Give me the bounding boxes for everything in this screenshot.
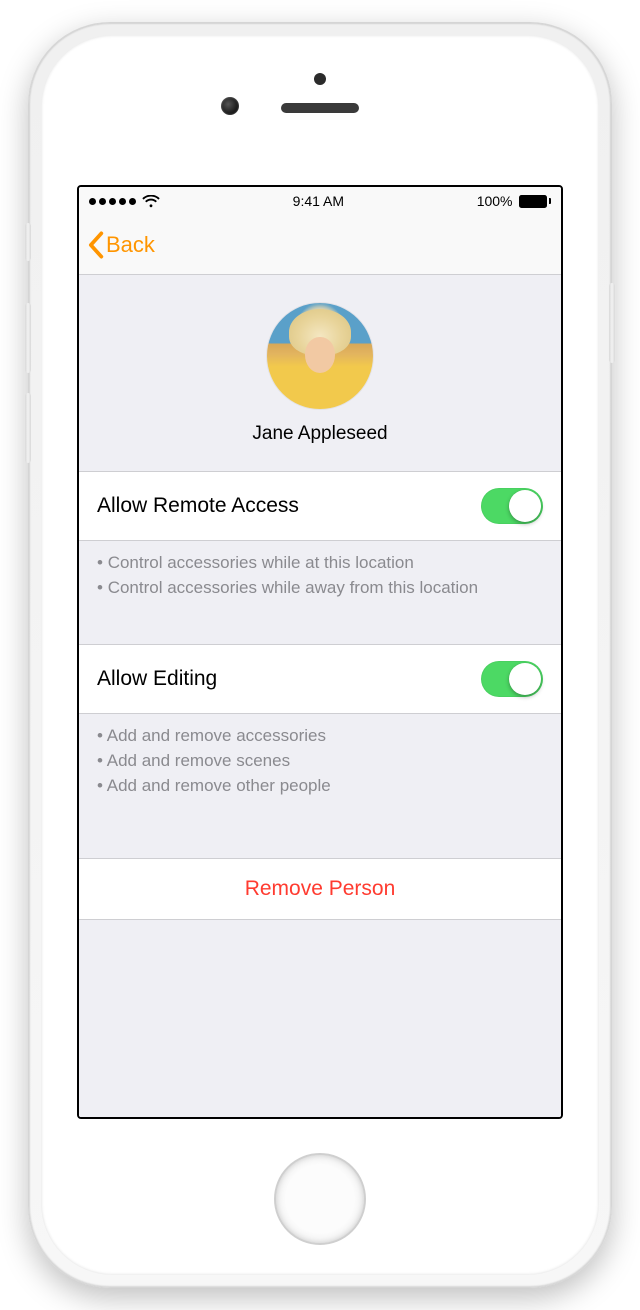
profile-header: Jane Appleseed [79, 275, 561, 471]
volume-up-button [25, 303, 31, 373]
navigation-bar: Back [79, 215, 561, 275]
editing-bullet: Add and remove scenes [97, 749, 543, 774]
remote-access-bullet: Control accessories while away from this… [97, 576, 543, 601]
back-button[interactable]: Back [87, 231, 155, 259]
allow-editing-row: Allow Editing [79, 644, 561, 714]
section-spacer [79, 630, 561, 644]
allow-editing-label: Allow Editing [97, 667, 217, 691]
chevron-left-icon [87, 231, 104, 259]
home-button[interactable] [274, 1153, 366, 1245]
remote-access-bullet: Control accessories while at this locati… [97, 551, 543, 576]
cellular-signal-icon [89, 198, 136, 205]
volume-down-button [25, 393, 31, 463]
status-bar: 9:41 AM 100% [79, 187, 561, 215]
phone-device-frame: 9:41 AM 100% Back [28, 22, 612, 1288]
power-button [609, 283, 615, 363]
battery-percentage: 100% [477, 193, 513, 209]
allow-remote-access-description: Control accessories while at this locati… [79, 541, 561, 630]
editing-bullet: Add and remove accessories [97, 724, 543, 749]
allow-remote-access-toggle[interactable] [481, 488, 543, 524]
phone-bezel: 9:41 AM 100% Back [41, 35, 599, 1275]
remove-person-button[interactable]: Remove Person [79, 858, 561, 920]
front-camera [221, 97, 239, 115]
content-background [79, 920, 561, 1119]
status-time: 9:41 AM [293, 193, 344, 209]
profile-name: Jane Appleseed [79, 423, 561, 445]
mute-switch [25, 223, 31, 261]
earpiece-speaker [281, 103, 359, 113]
avatar [267, 303, 373, 409]
allow-remote-access-row: Allow Remote Access [79, 471, 561, 541]
wifi-icon [142, 195, 160, 208]
allow-remote-access-label: Allow Remote Access [97, 494, 299, 518]
battery-icon [519, 195, 552, 208]
back-label: Back [106, 232, 155, 258]
allow-editing-description: Add and remove accessories Add and remov… [79, 714, 561, 828]
proximity-sensor [314, 73, 326, 85]
screen: 9:41 AM 100% Back [77, 185, 563, 1119]
section-spacer [79, 828, 561, 858]
allow-editing-toggle[interactable] [481, 661, 543, 697]
editing-bullet: Add and remove other people [97, 774, 543, 799]
